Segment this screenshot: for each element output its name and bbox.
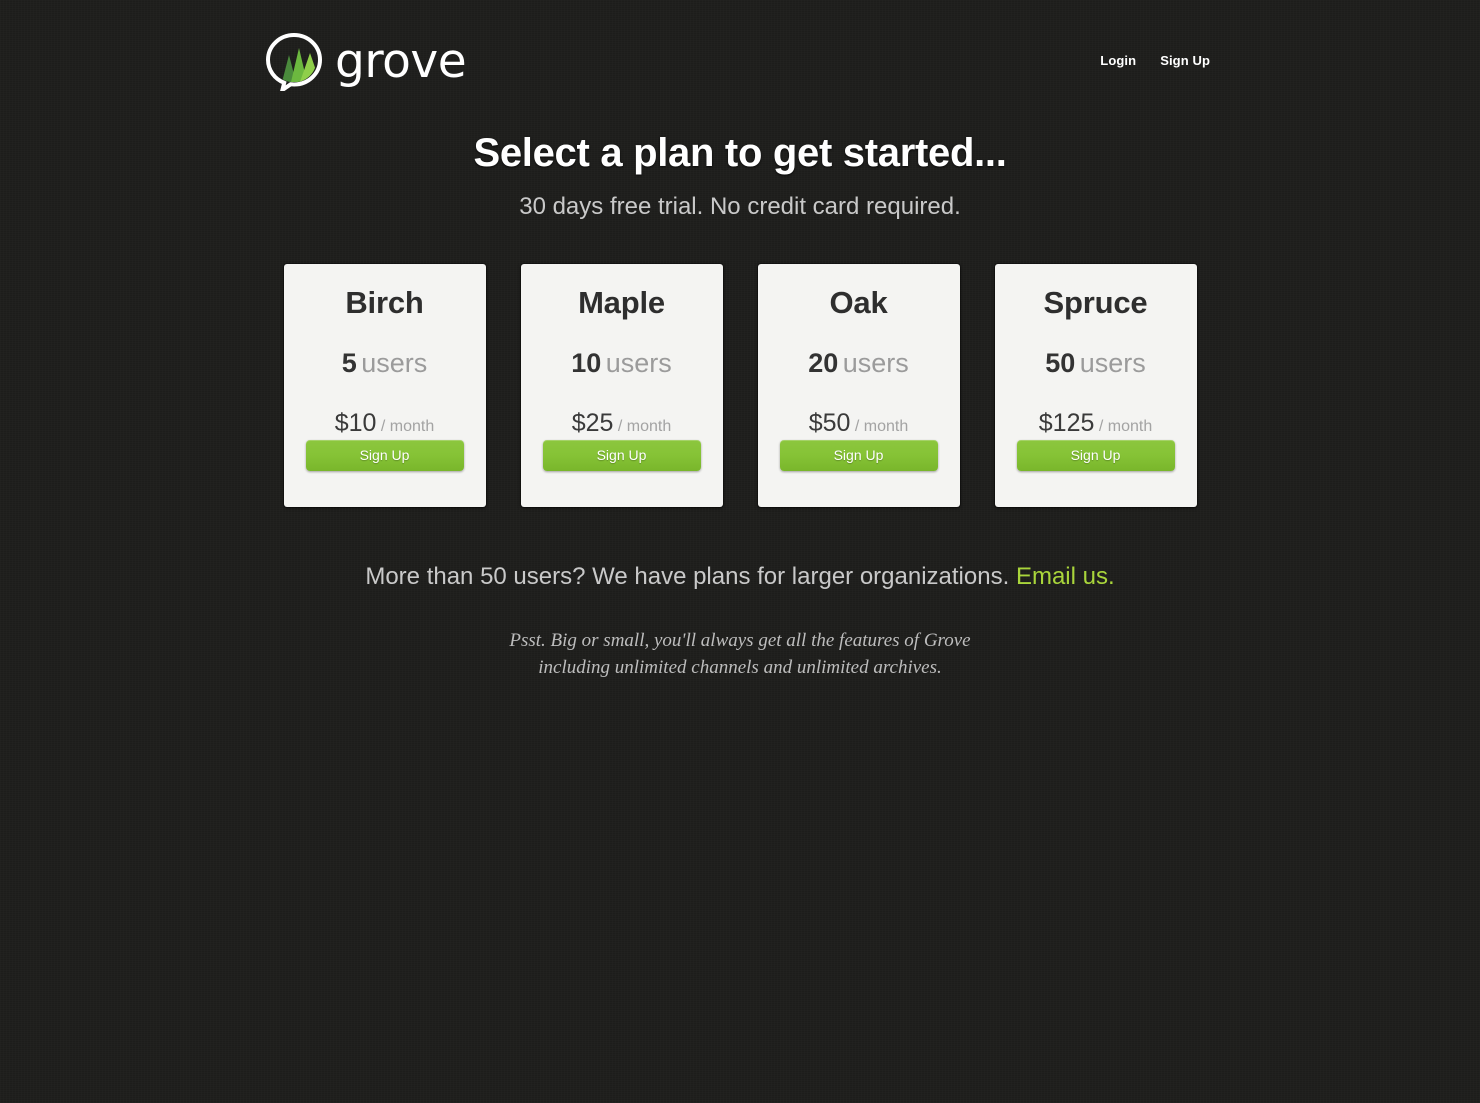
site-header: grove Login Sign Up xyxy=(0,0,1480,112)
plan-price-amount: $50 xyxy=(808,409,851,437)
plan-signup-button[interactable]: Sign Up xyxy=(1016,440,1175,471)
features-note: Psst. Big or small, you'll always get al… xyxy=(0,627,1480,681)
plan-user-label: users xyxy=(1079,348,1146,378)
plan-price-period: / month xyxy=(1098,418,1153,435)
plan-user-count: 20 xyxy=(808,348,839,378)
enterprise-upsell: More than 50 users? We have plans for la… xyxy=(0,562,1480,592)
plan-card-oak[interactable]: Oak 20 users $50 / month Sign Up xyxy=(757,264,960,507)
plan-price-period: / month xyxy=(854,418,909,435)
plan-price: $50 / month xyxy=(774,409,944,441)
plan-card-maple[interactable]: Maple 10 users $25 / month Sign Up xyxy=(520,264,723,507)
plan-user-count: 5 xyxy=(341,348,357,378)
plan-card-spruce[interactable]: Spruce 50 users $125 / month Sign Up xyxy=(994,264,1197,507)
plan-price-amount: $125 xyxy=(1038,409,1095,437)
plan-user-count: 10 xyxy=(571,348,602,378)
plan-user-label: users xyxy=(842,348,909,378)
page-subtitle: 30 days free trial. No credit card requi… xyxy=(519,193,961,220)
features-note-line-2: including unlimited channels and unlimit… xyxy=(538,657,942,678)
email-us-link[interactable]: Email us. xyxy=(1016,563,1115,590)
plan-name: Oak xyxy=(829,285,888,320)
plan-card-birch[interactable]: Birch 5 users $10 / month Sign Up xyxy=(283,264,486,507)
plan-price: $25 / month xyxy=(537,409,707,441)
plan-signup-button[interactable]: Sign Up xyxy=(542,440,701,471)
enterprise-upsell-text: More than 50 users? We have plans for la… xyxy=(365,563,1010,590)
brand-logo-link[interactable]: grove xyxy=(265,32,467,95)
plan-name: Maple xyxy=(578,285,665,320)
plan-signup-button[interactable]: Sign Up xyxy=(305,440,464,471)
plan-user-limit: 5 users xyxy=(300,347,470,384)
plan-price-period: / month xyxy=(380,418,435,435)
pricing-plans-row: Birch 5 users $10 / month Sign Up Maple … xyxy=(0,264,1480,507)
plan-user-limit: 10 users xyxy=(537,347,707,384)
nav-login-link[interactable]: Login xyxy=(1100,53,1136,68)
plan-price-amount: $10 xyxy=(334,409,377,437)
top-nav: Login Sign Up xyxy=(1100,53,1210,68)
nav-signup-link[interactable]: Sign Up xyxy=(1160,53,1210,68)
plan-name: Birch xyxy=(345,285,424,320)
brand-wordmark: grove xyxy=(335,33,467,89)
plan-signup-button[interactable]: Sign Up xyxy=(779,440,938,471)
plan-price: $10 / month xyxy=(300,409,470,441)
plan-user-label: users xyxy=(605,348,672,378)
plan-user-limit: 20 users xyxy=(774,347,944,384)
plan-price-amount: $25 xyxy=(571,409,614,437)
plan-price-period: / month xyxy=(617,418,672,435)
page-title: Select a plan to get started... xyxy=(473,131,1007,175)
plan-price: $125 / month xyxy=(1011,409,1181,441)
plan-name: Spruce xyxy=(1043,285,1148,320)
plan-user-label: users xyxy=(361,348,428,378)
plan-user-count: 50 xyxy=(1045,348,1076,378)
grove-trees-bubble-logo-icon xyxy=(265,32,323,95)
features-note-line-1: Psst. Big or small, you'll always get al… xyxy=(509,630,971,651)
hero-section: Select a plan to get started... 30 days … xyxy=(0,130,1480,222)
plan-user-limit: 50 users xyxy=(1011,347,1181,384)
